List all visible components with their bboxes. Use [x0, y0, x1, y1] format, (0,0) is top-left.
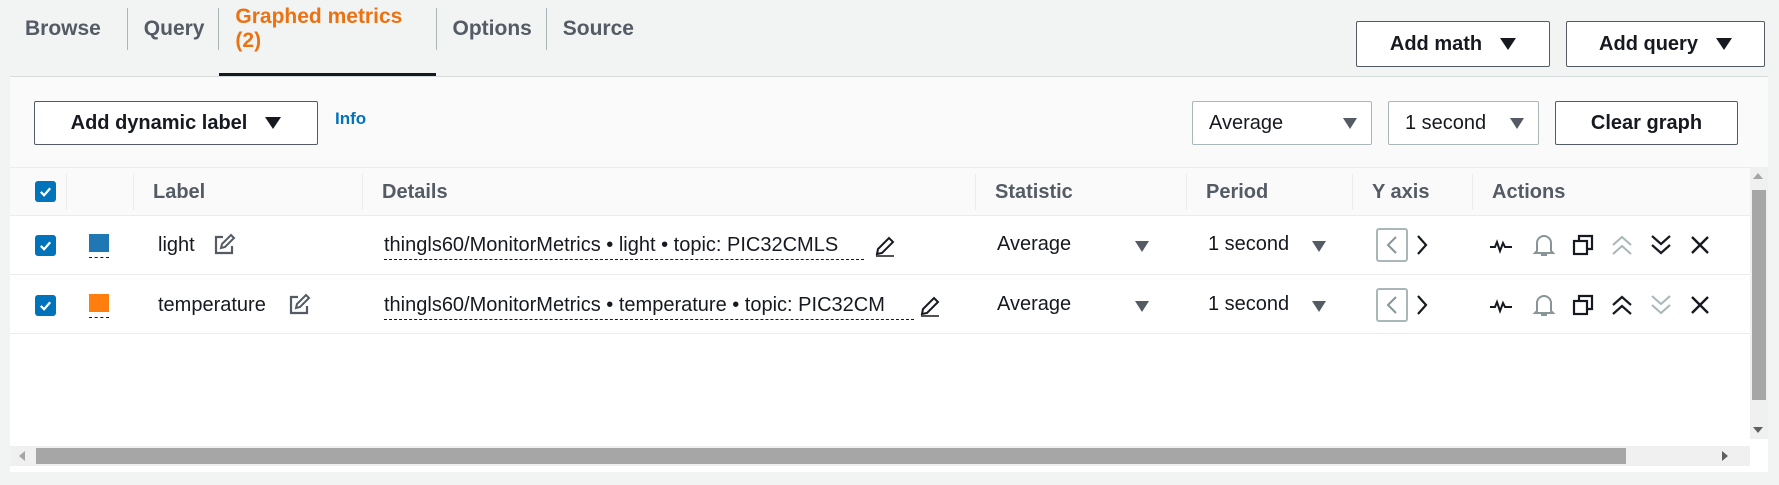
tab-graphed-metrics[interactable]: Graphed metrics (2) — [219, 0, 436, 76]
row-statistic[interactable]: Average — [997, 293, 1071, 316]
tab-bar: Browse Query Graphed metrics (2) Options… — [0, 0, 660, 76]
add-query-label: Add query — [1599, 32, 1698, 55]
pencil-icon[interactable] — [872, 233, 898, 259]
header-period[interactable]: Period — [1186, 168, 1268, 216]
scroll-up-arrow-icon[interactable] — [1753, 173, 1763, 179]
caret-down-icon[interactable] — [1135, 241, 1149, 252]
edit-icon[interactable] — [286, 292, 312, 318]
edit-icon[interactable] — [211, 232, 237, 258]
caret-down-icon — [1510, 117, 1524, 129]
row-statistic[interactable]: Average — [997, 233, 1071, 256]
header-statistic[interactable]: Statistic — [975, 168, 1073, 216]
bell-icon[interactable] — [1531, 291, 1557, 319]
header-details[interactable]: Details — [362, 168, 448, 216]
pencil-icon[interactable] — [917, 293, 943, 319]
move-up-icon[interactable] — [1609, 231, 1635, 259]
add-dynamic-label-button[interactable]: Add dynamic label — [34, 101, 318, 145]
row-checkbox[interactable] — [35, 235, 56, 256]
select-all-checkbox[interactable] — [35, 181, 56, 202]
tab-source[interactable]: Source — [547, 0, 660, 58]
period-select-value: 1 second — [1405, 111, 1487, 134]
anomaly-icon[interactable] — [1488, 293, 1514, 319]
add-math-label: Add math — [1389, 32, 1483, 55]
metric-details[interactable]: thingls60/MonitorMetrics • temperature •… — [384, 294, 914, 320]
y-axis-left-toggle[interactable] — [1376, 228, 1408, 262]
caret-down-icon — [1343, 117, 1357, 129]
scroll-down-arrow-icon[interactable] — [1753, 427, 1763, 433]
table-row: light thingls60/MonitorMetrics • light •… — [10, 216, 1750, 275]
row-checkbox[interactable] — [35, 295, 56, 316]
add-math-button[interactable]: Add math — [1356, 21, 1550, 67]
duplicate-icon[interactable] — [1570, 292, 1596, 318]
tab-browse[interactable]: Browse — [0, 0, 127, 58]
move-down-icon[interactable] — [1648, 291, 1674, 319]
vertical-scrollbar-thumb[interactable] — [1752, 190, 1766, 400]
horizontal-scrollbar-thumb[interactable] — [36, 448, 1626, 464]
scroll-right-arrow-icon[interactable] — [1722, 451, 1728, 461]
scroll-left-arrow-icon[interactable] — [19, 451, 25, 461]
row-period[interactable]: 1 second — [1208, 233, 1289, 256]
metric-details[interactable]: thingls60/MonitorMetrics • light • topic… — [384, 234, 864, 260]
header-actions: Actions — [1492, 180, 1566, 203]
duplicate-icon[interactable] — [1570, 232, 1596, 258]
header-divider — [66, 174, 67, 210]
bell-icon[interactable] — [1531, 231, 1557, 259]
caret-down-icon — [1715, 38, 1732, 50]
tab-options[interactable]: Options — [437, 0, 546, 58]
add-query-button[interactable]: Add query — [1566, 21, 1765, 67]
metric-label: temperature — [158, 294, 266, 316]
chevron-right-icon[interactable] — [1413, 292, 1431, 318]
panel-toolbar: Add dynamic label Info Average 1 second … — [10, 77, 1768, 168]
chevron-right-icon[interactable] — [1413, 232, 1431, 258]
table-row: temperature thingls60/MonitorMetrics • t… — [10, 275, 1750, 334]
add-dynamic-label-text: Add dynamic label — [70, 111, 248, 134]
anomaly-icon[interactable] — [1488, 233, 1514, 259]
close-icon[interactable] — [1687, 232, 1713, 258]
color-swatch-underline — [89, 257, 109, 258]
clear-graph-label: Clear graph — [1590, 111, 1703, 134]
metric-label: light — [158, 234, 195, 256]
statistic-select-value: Average — [1209, 111, 1284, 134]
caret-down-icon — [265, 117, 282, 129]
graphed-metrics-panel: Add dynamic label Info Average 1 second … — [10, 76, 1768, 472]
info-link[interactable]: Info — [335, 109, 366, 129]
row-period[interactable]: 1 second — [1208, 293, 1289, 316]
tab-query[interactable]: Query — [128, 0, 219, 58]
caret-down-icon[interactable] — [1312, 241, 1326, 252]
y-axis-left-toggle[interactable] — [1376, 288, 1408, 322]
color-swatch[interactable] — [89, 234, 109, 252]
close-icon[interactable] — [1687, 292, 1713, 318]
header-label[interactable]: Label — [133, 168, 205, 216]
color-swatch-underline — [89, 317, 109, 318]
caret-down-icon[interactable] — [1312, 301, 1326, 312]
move-down-icon[interactable] — [1648, 231, 1674, 259]
table-header: Label Details Statistic Period Y axis Ac… — [10, 168, 1750, 216]
caret-down-icon[interactable] — [1135, 301, 1149, 312]
caret-down-icon — [1500, 38, 1517, 50]
color-swatch[interactable] — [89, 294, 109, 312]
move-up-icon[interactable] — [1609, 291, 1635, 319]
clear-graph-button[interactable]: Clear graph — [1555, 101, 1738, 145]
statistic-select[interactable]: Average — [1192, 101, 1372, 145]
period-select[interactable]: 1 second — [1388, 101, 1539, 145]
header-yaxis[interactable]: Y axis — [1352, 168, 1429, 216]
